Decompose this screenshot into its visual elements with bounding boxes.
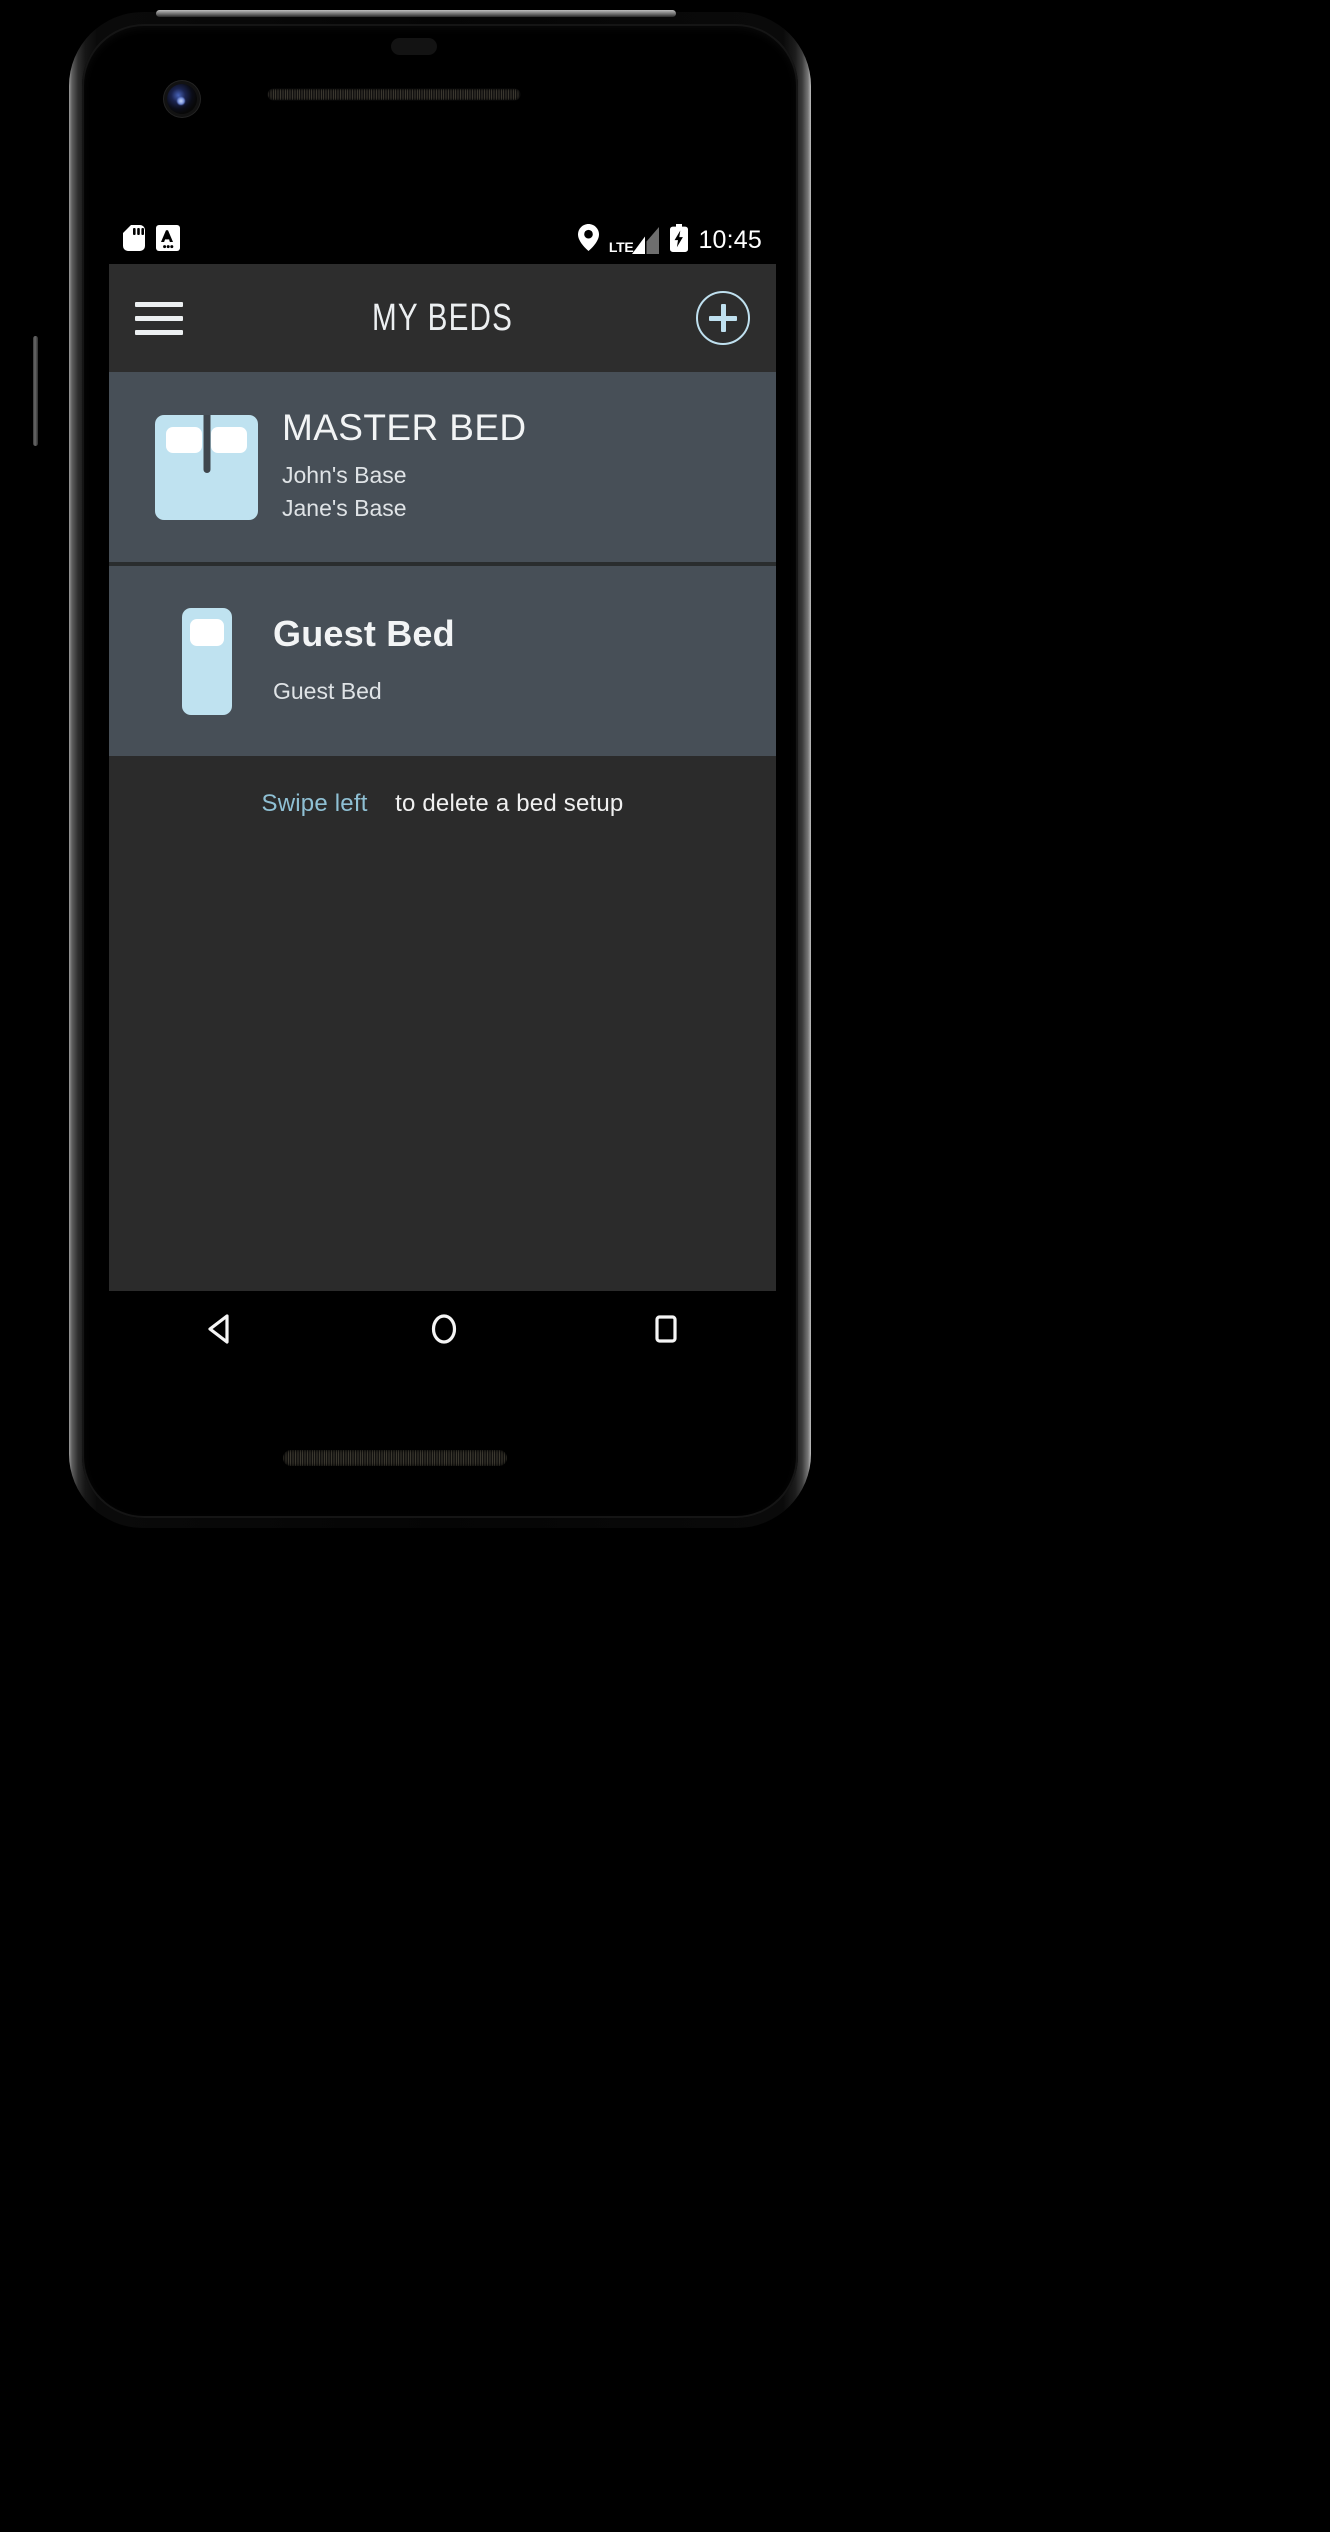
hamburger-bar-2: [135, 315, 183, 321]
recents-square-icon[interactable]: [650, 1313, 682, 1350]
pillow-left: [166, 426, 202, 453]
pillow-right: [211, 426, 247, 453]
auto-caps-icon: [156, 224, 180, 256]
sd-card-icon: [123, 224, 145, 256]
bottom-speaker: [283, 1450, 507, 1466]
hamburger-bar-1: [135, 301, 183, 307]
lte-label: LTE: [608, 238, 634, 255]
hamburger-menu-icon[interactable]: [135, 301, 183, 335]
bed-base-label: John's Base: [282, 462, 407, 489]
status-bar-right-icons: LTE 10:45: [577, 223, 762, 257]
bed-list-item-master[interactable]: MASTER BED John's Base Jane's Base: [109, 372, 776, 562]
hamburger-bar-3: [135, 329, 183, 335]
bed-base-label: Guest Bed: [273, 677, 382, 704]
left-frame-seam: [33, 336, 38, 446]
bed-base-label: Jane's Base: [282, 494, 407, 521]
bed-list: MASTER BED John's Base Jane's Base Guest…: [109, 372, 776, 756]
add-bed-button[interactable]: [696, 291, 750, 345]
bed-item-text-block: Guest Bed Guest Bed: [273, 612, 455, 707]
location-pin-icon: [577, 224, 599, 256]
android-nav-bar: [109, 1291, 776, 1371]
phone-screen: LTE 10:45 MY BEDS MASTER BED John's Base…: [109, 216, 776, 1291]
double-bed-icon: [155, 414, 258, 520]
bed-split-divider: [203, 414, 210, 473]
lte-signal-icon: LTE: [608, 226, 661, 255]
front-camera-icon: [167, 84, 197, 114]
earpiece-speaker: [268, 89, 520, 100]
swipe-hint-accent: Swipe left: [261, 790, 368, 817]
pillow: [190, 618, 224, 646]
bed-list-item-guest[interactable]: Guest Bed Guest Bed: [109, 566, 776, 756]
bed-item-text-block: MASTER BED John's Base Jane's Base: [282, 409, 527, 524]
frame-top-highlight: [156, 10, 676, 17]
swipe-hint: Swipe left to delete a bed setup: [109, 756, 776, 818]
phone-device: LTE 10:45 MY BEDS MASTER BED John's Base…: [33, 6, 811, 1528]
single-bed-icon: [182, 607, 232, 715]
proximity-sensor: [391, 38, 437, 55]
battery-charging-icon: [670, 223, 689, 257]
swipe-hint-rest: to delete a bed setup: [395, 790, 624, 817]
status-bar-left-icons: [123, 224, 180, 256]
home-circle-icon[interactable]: [427, 1312, 461, 1351]
bed-name: MASTER BED: [282, 407, 527, 449]
bed-name: Guest Bed: [273, 612, 455, 654]
page-title: MY BEDS: [371, 296, 514, 339]
back-triangle-icon[interactable]: [204, 1312, 238, 1351]
status-bar: LTE 10:45: [109, 216, 776, 264]
clock-time: 10:45: [698, 225, 762, 254]
app-bar: MY BEDS: [109, 264, 776, 372]
